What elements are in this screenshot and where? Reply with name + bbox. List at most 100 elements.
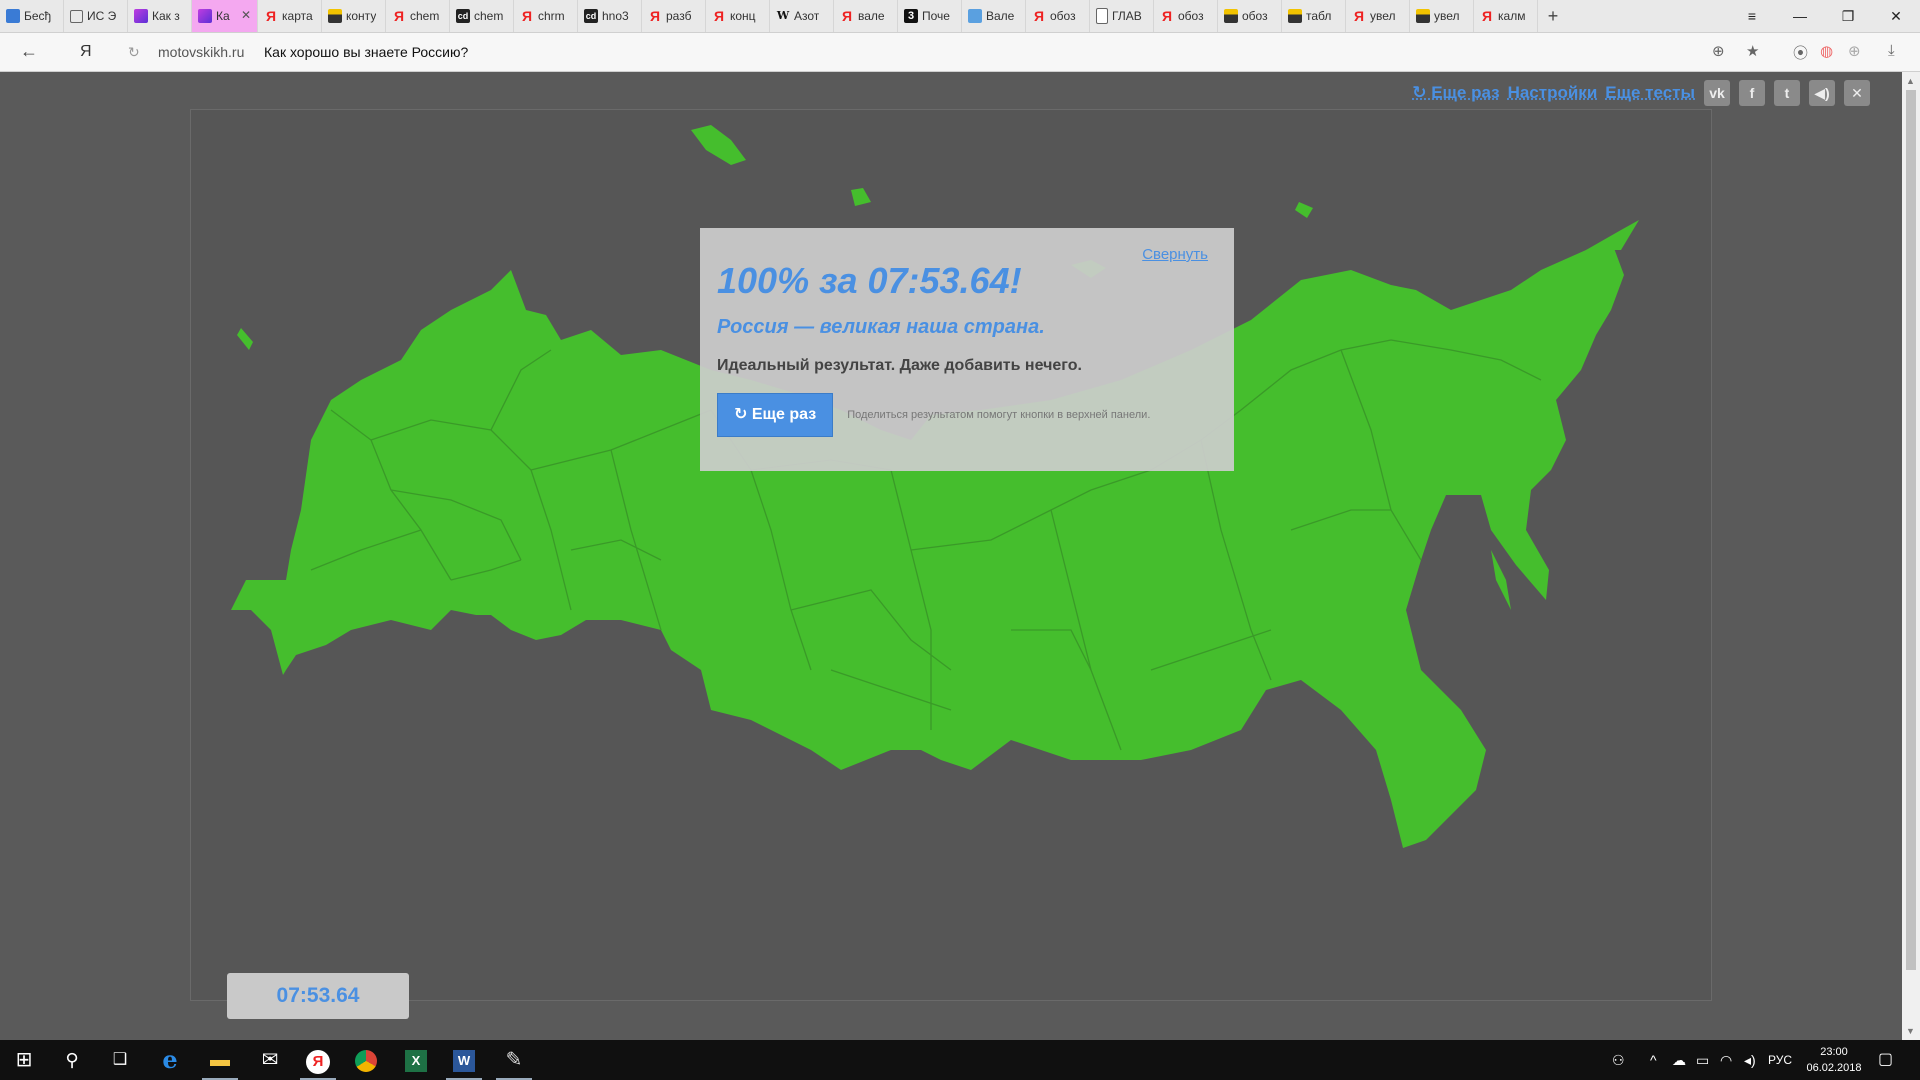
reload-icon[interactable]: ↻ bbox=[128, 44, 140, 61]
map-island bbox=[851, 188, 871, 206]
new-tab-button[interactable]: + bbox=[1538, 0, 1568, 32]
browser-tab[interactable]: ГЛАВ bbox=[1090, 0, 1154, 32]
window-controls: ≡ — ❐ ✕ bbox=[1728, 0, 1920, 32]
map-kaliningrad bbox=[237, 328, 253, 350]
scroll-up-icon[interactable]: ▲ bbox=[1906, 76, 1915, 86]
extension-icon[interactable]: ◍ bbox=[1820, 42, 1833, 60]
tray-chevron-icon[interactable]: ^ bbox=[1650, 1040, 1657, 1080]
collapse-link[interactable]: Свернуть bbox=[1142, 246, 1208, 263]
download-icon[interactable]: ⤓ bbox=[1888, 42, 1895, 59]
result-text: Идеальный результат. Даже добавить нечег… bbox=[717, 357, 1082, 374]
browser-tab[interactable]: Вале bbox=[962, 0, 1026, 32]
browser-tab[interactable]: Яchrm bbox=[514, 0, 578, 32]
tab-label: обоз bbox=[1178, 9, 1204, 23]
excel-icon[interactable]: X bbox=[392, 1040, 440, 1080]
clock-time: 23:00 bbox=[1820, 1046, 1848, 1058]
browser-tab[interactable]: Яконц bbox=[706, 0, 770, 32]
tab-favicon-icon bbox=[70, 9, 83, 23]
result-subtitle: Россия — великая наша страна. bbox=[717, 316, 1045, 338]
browser-tab[interactable]: обоз bbox=[1218, 0, 1282, 32]
tab-close-icon[interactable]: ✕ bbox=[241, 8, 251, 22]
task-view-icon[interactable]: ❑ bbox=[96, 1040, 144, 1080]
tab-label: разб bbox=[666, 9, 692, 23]
browser-tab[interactable]: W Азот bbox=[770, 0, 834, 32]
browser-tab[interactable]: конту bbox=[322, 0, 386, 32]
map-island bbox=[1295, 202, 1313, 218]
browser-tab[interactable]: Явале bbox=[834, 0, 898, 32]
tab-label: калм bbox=[1498, 9, 1526, 23]
twitter-icon[interactable]: t bbox=[1774, 80, 1800, 106]
tab-favicon-icon bbox=[6, 9, 20, 23]
wifi-icon[interactable]: ◠ bbox=[1720, 1040, 1732, 1080]
browser-tab[interactable]: табл bbox=[1282, 0, 1346, 32]
facebook-icon[interactable]: f bbox=[1739, 80, 1765, 106]
protect-icon[interactable]: ⊕ bbox=[1712, 42, 1725, 60]
notifications-icon[interactable]: ▢ bbox=[1878, 1040, 1893, 1080]
browser-tab[interactable]: Яувел bbox=[1346, 0, 1410, 32]
scroll-thumb[interactable] bbox=[1906, 90, 1916, 970]
yandex-home-button[interactable]: Я bbox=[80, 43, 92, 61]
extension-icon[interactable]: ⦿ bbox=[1793, 42, 1808, 63]
tab-label: вале bbox=[858, 9, 885, 23]
browser-menu-icon[interactable]: ≡ bbox=[1728, 0, 1776, 32]
tab-strip: Бесђ ИС Э Как з Ка ✕ Якарта конту Яchem cd chem Яc… bbox=[0, 0, 1538, 32]
browser-tab[interactable]: увел bbox=[1410, 0, 1474, 32]
volume-icon[interactable]: ◂) bbox=[1744, 1040, 1756, 1080]
browser-tab[interactable]: Якарта bbox=[258, 0, 322, 32]
tab-favicon-icon: Я bbox=[521, 8, 533, 24]
retry-button[interactable]: ↻ Еще раз bbox=[717, 393, 834, 437]
file-explorer-icon[interactable]: ▬ bbox=[196, 1040, 244, 1080]
settings-link[interactable]: Настройки bbox=[1508, 83, 1598, 103]
restore-button[interactable]: ❐ bbox=[1824, 0, 1872, 32]
browser-tab[interactable]: Яразб bbox=[642, 0, 706, 32]
word-icon[interactable]: W bbox=[440, 1040, 488, 1080]
browser-tab[interactable]: cd hno3 bbox=[578, 0, 642, 32]
clock-date: 06.02.2018 bbox=[1806, 1062, 1862, 1074]
browser-tab[interactable]: cd chem bbox=[450, 0, 514, 32]
onedrive-icon[interactable]: ☁ bbox=[1672, 1040, 1686, 1080]
search-icon[interactable]: ⚲ bbox=[48, 1040, 96, 1080]
excel-logo-icon: X bbox=[405, 1049, 427, 1072]
paint-icon[interactable]: ✎ bbox=[490, 1040, 538, 1080]
browser-tab[interactable]: Яобоз bbox=[1154, 0, 1218, 32]
more-tests-link[interactable]: Еще тесты bbox=[1605, 83, 1695, 103]
browser-tab[interactable]: Ка ✕ bbox=[192, 0, 258, 32]
language-indicator[interactable]: РУС bbox=[1768, 1040, 1792, 1080]
bookmark-star-icon[interactable]: ★ bbox=[1746, 42, 1759, 60]
battery-icon[interactable]: ▭ bbox=[1696, 1040, 1709, 1080]
extension-icon[interactable]: ⊕ bbox=[1848, 42, 1861, 60]
sound-icon[interactable]: ◀) bbox=[1809, 80, 1835, 106]
close-window-button[interactable]: ✕ bbox=[1872, 0, 1920, 32]
edge-icon[interactable]: e bbox=[146, 1040, 194, 1080]
chrome-icon[interactable] bbox=[342, 1040, 390, 1080]
result-title: 100% за 07:53.64! bbox=[717, 260, 1022, 301]
tab-favicon-icon: Я bbox=[393, 8, 405, 24]
browser-tab[interactable]: Бесђ bbox=[0, 0, 64, 32]
browser-tab[interactable]: ИС Э bbox=[64, 0, 128, 32]
close-icon[interactable]: ✕ bbox=[1844, 80, 1870, 106]
browser-tab[interactable]: Как з bbox=[128, 0, 192, 32]
map-kamchatka bbox=[1586, 220, 1639, 250]
url-domain[interactable]: motovskikh.ru bbox=[158, 44, 244, 60]
people-icon[interactable]: ⚇ bbox=[1612, 1040, 1625, 1080]
result-panel: Свернуть 100% за 07:53.64! Россия — вели… bbox=[700, 228, 1234, 471]
minimize-button[interactable]: — bbox=[1776, 0, 1824, 32]
retry-link[interactable]: ↻ Еще раз bbox=[1412, 83, 1499, 103]
mail-icon[interactable]: ✉ bbox=[246, 1040, 294, 1080]
scroll-down-icon[interactable]: ▼ bbox=[1906, 1026, 1915, 1036]
url-page-title[interactable]: Как хорошо вы знаете Россию? bbox=[264, 44, 468, 60]
clock[interactable]: 23:00 06.02.2018 bbox=[1800, 1044, 1868, 1076]
browser-tab[interactable]: Яchem bbox=[386, 0, 450, 32]
back-button[interactable]: ← bbox=[20, 41, 38, 62]
page-scrollbar[interactable]: ▲ ▼ bbox=[1902, 72, 1920, 1040]
tab-label: увел bbox=[1370, 9, 1396, 23]
yandex-browser-icon[interactable]: Я bbox=[294, 1040, 342, 1080]
tab-favicon-icon: Я bbox=[265, 8, 277, 24]
tab-label: Как з bbox=[152, 9, 180, 23]
vk-icon[interactable]: vk bbox=[1704, 80, 1730, 106]
tab-label: конц bbox=[730, 9, 756, 23]
start-icon[interactable]: ⊞ bbox=[0, 1040, 48, 1080]
browser-tab[interactable]: Яобоз bbox=[1026, 0, 1090, 32]
browser-tab[interactable]: 3 Поче bbox=[898, 0, 962, 32]
browser-tab[interactable]: Якалм bbox=[1474, 0, 1538, 32]
